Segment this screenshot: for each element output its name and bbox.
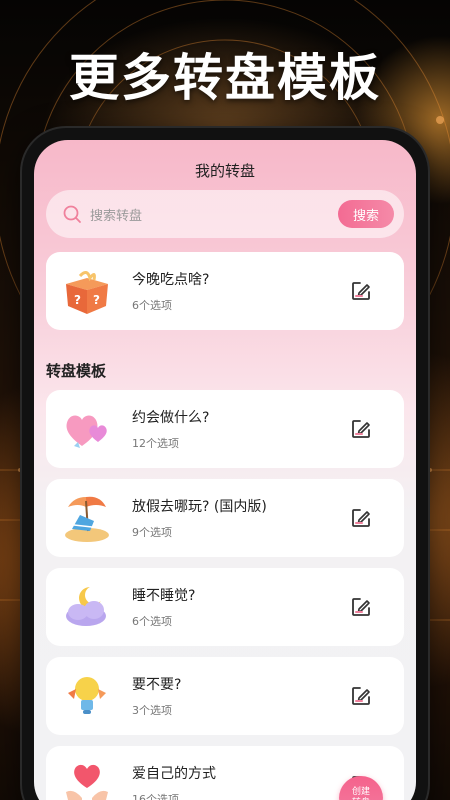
edit-icon[interactable]: [350, 596, 372, 618]
edit-icon[interactable]: [350, 685, 372, 707]
page-title: 我的转盘: [194, 162, 255, 180]
search-icon: [63, 205, 81, 223]
template-card[interactable]: 约会做什么? 12个选项: [46, 390, 404, 468]
template-title: 爱自己的方式: [132, 766, 216, 782]
moon-cloud-icon: [66, 586, 106, 626]
section-title-templates: 转盘模板: [46, 362, 107, 380]
template-option-count: 3个选项: [132, 704, 172, 717]
search-button[interactable]: 搜索: [338, 200, 394, 228]
lightbulb-icon: [68, 677, 106, 714]
edit-icon[interactable]: [350, 280, 372, 302]
beach-chair-icon: [65, 496, 109, 542]
hearts-icon: [66, 415, 107, 448]
edit-icon[interactable]: [350, 507, 372, 529]
search-bar[interactable]: 搜索转盘 搜索: [46, 190, 404, 238]
template-title: 约会做什么?: [132, 410, 210, 426]
app-screen: 我的转盘 搜索转盘 搜索 ? ? 今晚吃点啥? 6个选项 转盘模板 约会做什么?…: [34, 140, 416, 800]
template-title: 睡不睡觉?: [132, 588, 196, 604]
svg-text:?: ?: [74, 293, 81, 307]
template-card[interactable]: 睡不睡觉? 6个选项: [46, 568, 404, 646]
wheel-option-count: 6个选项: [132, 299, 172, 312]
template-option-count: 12个选项: [132, 437, 179, 450]
wheel-title: 今晚吃点啥?: [132, 272, 210, 288]
template-card[interactable]: 要不要? 3个选项: [46, 657, 404, 735]
search-input[interactable]: 搜索转盘: [90, 205, 338, 224]
phone-frame: 我的转盘 搜索转盘 搜索 ? ? 今晚吃点啥? 6个选项 转盘模板 约会做什么?…: [22, 128, 428, 800]
create-wheel-label-line1: 创建: [351, 787, 370, 797]
gift-box-icon: ? ?: [66, 271, 108, 314]
template-option-count: 6个选项: [132, 615, 172, 628]
template-card[interactable]: 放假去哪玩? (国内版) 9个选项: [46, 479, 404, 557]
template-title: 要不要?: [132, 677, 182, 693]
template-option-count: 16个选项: [132, 793, 179, 800]
template-title: 放假去哪玩? (国内版): [132, 499, 267, 515]
svg-text:?: ?: [93, 293, 100, 307]
template-option-count: 9个选项: [132, 526, 172, 539]
heart-hands-icon: [66, 764, 108, 800]
promo-headline: 更多转盘模板: [69, 49, 381, 107]
wheel-card[interactable]: ? ? 今晚吃点啥? 6个选项: [46, 252, 404, 330]
edit-icon[interactable]: [350, 418, 372, 440]
